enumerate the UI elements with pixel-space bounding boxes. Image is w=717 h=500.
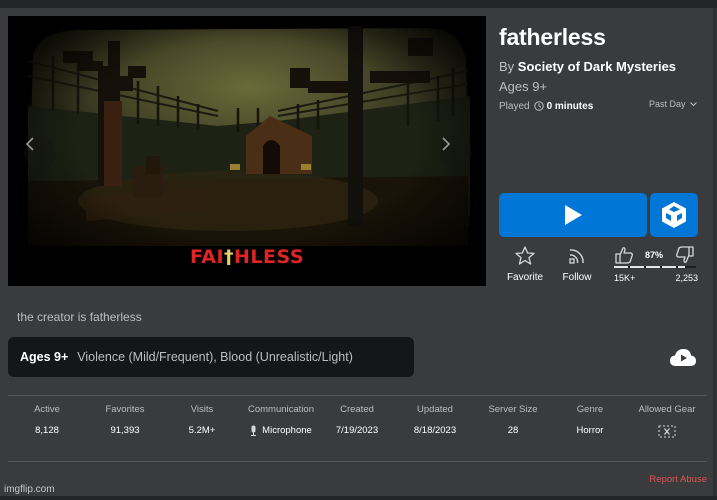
stat-value-text: 28 (507, 425, 519, 436)
chevron-right-icon (442, 137, 451, 151)
report-abuse-link[interactable]: Report Abuse (649, 474, 707, 485)
stat-value: 7/19/2023 (312, 425, 402, 436)
game-info-panel: fatherless By Society of Dark Mysteries … (499, 24, 709, 113)
period-dropdown-value: Past Day (649, 99, 686, 109)
stat-created: Created 7/19/2023 (312, 404, 402, 436)
thumbs-down-icon[interactable] (675, 246, 695, 264)
top-bar (0, 0, 717, 8)
stat-value: 8/18/2023 (390, 425, 480, 436)
divider (8, 395, 707, 396)
vr-cube-icon (662, 202, 686, 228)
stat-updated: Updated 8/18/2023 (390, 404, 480, 436)
carousel-next-button[interactable] (440, 136, 472, 170)
creator-line: By Society of Dark Mysteries (499, 59, 709, 74)
stat-label: Active (34, 404, 60, 415)
played-label: Played (499, 100, 530, 112)
vr-button[interactable] (650, 193, 698, 237)
stat-label: Updated (417, 404, 453, 415)
stat-visits: Visits 5.2M+ (157, 404, 247, 436)
vote-ratio-fill (614, 266, 686, 268)
playtime-row: Played 0 minutes Past Day (499, 99, 709, 113)
favorite-button[interactable]: Favorite (500, 246, 550, 283)
clock-icon (533, 101, 544, 111)
cloud-play-icon[interactable] (669, 348, 697, 368)
watermark-text: imgflip.com (4, 484, 55, 495)
window-edge (713, 8, 717, 500)
upvote-percentage: 87% (645, 250, 664, 260)
thumbs-up-icon[interactable] (614, 246, 634, 264)
follow-label: Follow (562, 272, 592, 283)
period-dropdown[interactable]: Past Day (649, 99, 697, 109)
stat-value-text: 5.2M+ (188, 425, 216, 436)
upvote-count: 15K+ (614, 273, 636, 283)
stat-value-text[interactable]: Horror (577, 425, 604, 436)
thumbnail-title-part: FAI (189, 246, 225, 268)
stat-value-text: Microphone (262, 425, 312, 436)
stat-label: Visits (190, 404, 214, 415)
played-value: 0 minutes (546, 100, 594, 112)
star-icon (515, 246, 535, 265)
game-description: the creator is fatherless (17, 310, 142, 324)
content-descriptors: Violence (Mild/Frequent), Blood (Unreali… (77, 350, 353, 364)
microphone-icon (251, 425, 257, 436)
play-button[interactable] (499, 193, 647, 237)
divider (8, 461, 707, 462)
by-prefix: By (499, 59, 515, 74)
game-thumbnail-carousel[interactable]: FAI†HLESS (8, 16, 486, 286)
play-icon (565, 205, 582, 225)
stat-label: Created (340, 404, 374, 415)
stat-value-text: 8,128 (35, 425, 59, 436)
stat-value-text: 8/18/2023 (413, 425, 457, 436)
creator-link[interactable]: Society of Dark Mysteries (518, 59, 676, 74)
stat-label: Allowed Gear (638, 404, 696, 415)
window-edge (0, 496, 717, 500)
stat-value-text: 7/19/2023 (335, 425, 379, 436)
chevron-down-icon (689, 101, 697, 106)
stat-value (622, 425, 712, 438)
vote-widget: 87% 15K+ 2,253 (612, 246, 698, 286)
stat-active: Active 8,128 (2, 404, 92, 436)
favorite-label: Favorite (506, 272, 544, 283)
carousel-prev-button[interactable] (24, 136, 56, 170)
vote-ratio-bar (614, 266, 696, 268)
thumbnail-title-part: HLESS (234, 246, 305, 268)
stat-value-text: 91,393 (110, 425, 140, 436)
downvote-count: 2,253 (675, 273, 698, 283)
age-rating: Ages 9+ (499, 79, 548, 94)
cross-glyph: † (224, 246, 235, 268)
stat-allowed-gear: Allowed Gear (622, 404, 712, 438)
follow-rss-icon (569, 249, 584, 264)
content-maturity-box: Ages 9+ Violence (Mild/Frequent), Blood … (8, 337, 414, 377)
no-gear-icon (658, 425, 676, 438)
follow-button[interactable]: Follow (552, 246, 602, 283)
game-title: fatherless (499, 24, 606, 50)
thumbnail-title-text: FAI†HLESS (8, 246, 486, 268)
content-age-label: Ages 9+ (20, 350, 69, 364)
stat-value: 5.2M+ (157, 425, 247, 436)
stat-value: 8,128 (2, 425, 92, 436)
chevron-left-icon (25, 137, 34, 151)
